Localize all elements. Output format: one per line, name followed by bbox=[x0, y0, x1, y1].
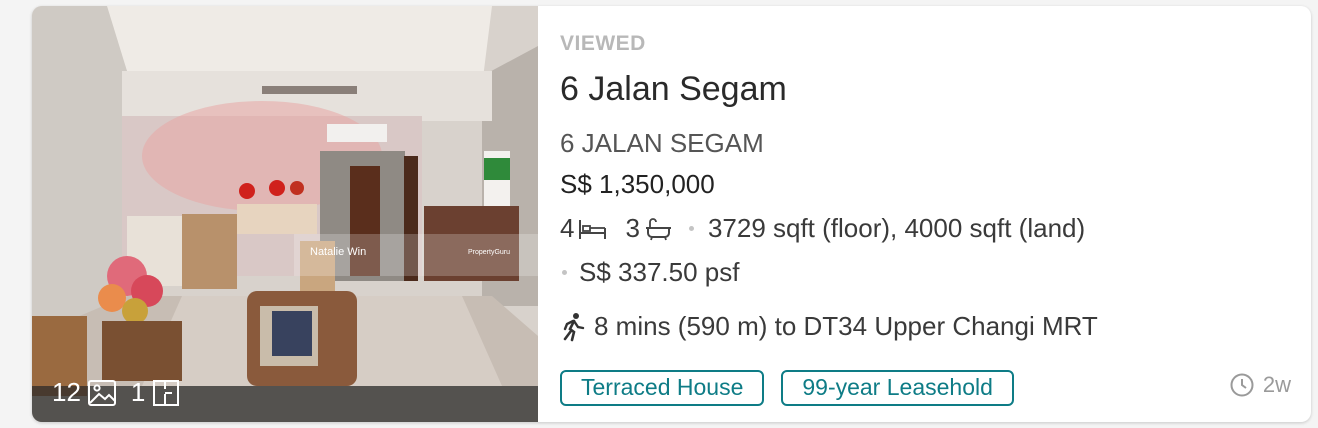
bath-icon bbox=[643, 216, 673, 242]
watermark-brand: PropertyGuru bbox=[468, 249, 510, 256]
posted-age: 2w bbox=[1229, 372, 1291, 398]
listing-price: S$ 1,350,000 bbox=[560, 169, 715, 199]
room-photo: Natalie Win PropertyGuru bbox=[32, 6, 538, 422]
mrt-text: 8 mins (590 m) to DT34 Upper Changi MRT bbox=[594, 311, 1098, 341]
tag-tenure[interactable]: 99-year Leasehold bbox=[781, 370, 1014, 406]
walk-icon bbox=[560, 312, 588, 342]
psf-row: S$ 337.50 psf bbox=[560, 257, 739, 288]
bed-icon bbox=[577, 216, 607, 242]
listing-address: 6 JALAN SEGAM bbox=[560, 128, 764, 158]
floorplan-count: 1 bbox=[130, 377, 146, 407]
listing-specs: 4 3 3729 sqft (floor), 4000 sqft (land) bbox=[560, 213, 1085, 244]
clock-icon bbox=[1229, 372, 1255, 398]
listing-area: 3729 sqft (floor), 4000 sqft (land) bbox=[707, 213, 1086, 243]
bathroom-count: 3 bbox=[625, 213, 640, 243]
posted-age-text: 2w bbox=[1262, 372, 1291, 397]
listing-psf: S$ 337.50 psf bbox=[579, 257, 740, 287]
image-count: 12 bbox=[52, 377, 81, 407]
image-icon[interactable] bbox=[87, 378, 117, 408]
floorplan-icon[interactable] bbox=[151, 378, 181, 408]
separator-dot bbox=[562, 270, 567, 275]
mrt-info: 8 mins (590 m) to DT34 Upper Changi MRT bbox=[560, 311, 1098, 342]
separator-dot bbox=[688, 226, 694, 231]
tag-property-type[interactable]: Terraced House bbox=[560, 370, 765, 406]
media-counts: 12 1 bbox=[52, 377, 195, 408]
listing-title[interactable]: 6 Jalan Segam bbox=[560, 70, 787, 109]
listing-details: VIEWED 6 Jalan Segam 6 JALAN SEGAM S$ 1,… bbox=[560, 6, 1311, 422]
watermark-agent: Natalie Win bbox=[310, 246, 366, 258]
listing-tags: Terraced House 99-year Leasehold bbox=[560, 370, 1031, 406]
viewed-label: VIEWED bbox=[560, 32, 646, 55]
bedroom-count: 4 bbox=[560, 213, 575, 243]
listing-photo[interactable]: Natalie Win PropertyGuru 12 1 bbox=[32, 6, 538, 422]
listing-card[interactable]: Natalie Win PropertyGuru 12 1 VIEWED 6 J… bbox=[32, 6, 1311, 422]
